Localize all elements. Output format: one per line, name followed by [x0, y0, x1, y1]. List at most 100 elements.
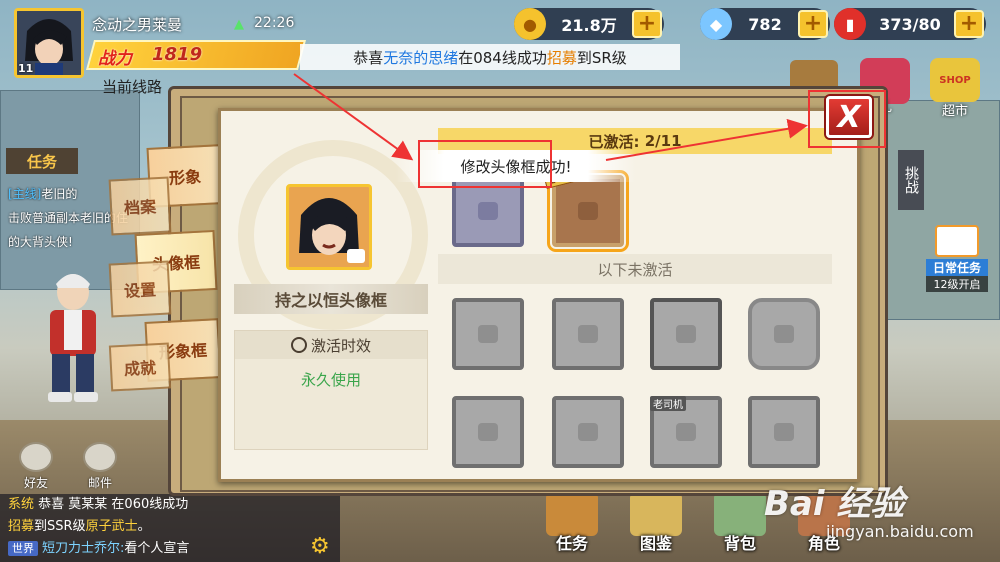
annotation-box-close — [808, 90, 886, 148]
fist-icon — [578, 423, 598, 441]
broadcast-suffix: 到SR级 — [576, 48, 627, 67]
chat-end: 。 — [137, 519, 151, 534]
current-line-label: 当前线路 — [102, 78, 163, 96]
chat-box[interactable]: 系统 恭喜 莫某某 在060线成功 招募到SSR级原子武士。 世界 短刀力士乔尔:… — [0, 494, 340, 562]
add-stamina-button[interactable]: + — [954, 10, 984, 38]
activated-label: 已激活: — [588, 132, 640, 151]
frame-slot-locked[interactable] — [552, 396, 624, 468]
nav-codex[interactable]: 图鉴 — [624, 492, 688, 554]
chat-line: 系统 恭喜 莫某某 在060线成功 — [8, 494, 332, 516]
frame-slot-locked[interactable] — [452, 298, 524, 370]
diamond-value: 782 — [748, 14, 782, 34]
top-bar: 11 念动之男莱曼 ▲ 22:26 战力 1819 恭喜 无奈的思绪 在084线… — [0, 0, 1000, 96]
chat-world-tag: 世界 — [8, 541, 38, 556]
clock: 22:26 — [254, 15, 295, 31]
gear-icon[interactable]: ⚙ — [310, 534, 330, 559]
mail-button[interactable]: 邮件 — [80, 442, 120, 491]
add-diamond-button[interactable]: + — [798, 10, 828, 38]
broadcast-banner: 恭喜 无奈的思绪 在084线成功 招募 到SR级 — [300, 44, 680, 70]
fist-icon — [478, 423, 498, 441]
duration-title-text: 激活时效 — [310, 336, 371, 355]
friends-button[interactable]: 好友 — [16, 442, 56, 491]
coin-value: 21.8万 — [561, 16, 617, 35]
shop-label: 超市 — [942, 104, 969, 119]
task-title[interactable]: 任务 — [6, 148, 78, 174]
task-line-1: 老旧的 — [41, 187, 78, 201]
frame-preview — [286, 184, 372, 270]
chat-user: 短刀力士乔尔: — [42, 541, 125, 556]
task-tag: [主线] — [8, 187, 42, 201]
chat-message: 看个人宣言 — [124, 541, 190, 556]
add-coin-button[interactable]: + — [632, 10, 662, 38]
fist-icon — [676, 423, 696, 441]
preview-portrait-icon — [289, 187, 369, 267]
broadcast-middle: 在084线成功 — [458, 48, 547, 67]
nav-task-label: 任务 — [555, 534, 588, 553]
power-value: 1819 — [152, 44, 203, 65]
selected-frame-name: 持之以恒头像框 — [234, 284, 428, 314]
shop-icon-text: SHOP — [939, 74, 971, 86]
fist-icon — [774, 325, 794, 343]
clipboard-icon — [935, 225, 979, 257]
fist-icon — [478, 325, 498, 343]
power-label: 战力 — [98, 49, 132, 69]
frame-slot-locked[interactable] — [452, 396, 524, 468]
broadcast-action: 招募 — [546, 48, 577, 67]
mail-label: 邮件 — [87, 476, 112, 490]
diamond-counter: ◆ 782 + — [700, 8, 830, 40]
daily-task-label: 日常任务 — [926, 259, 988, 276]
fist-icon — [774, 423, 794, 441]
baidu-watermark: Bai 经验 jingyan.baidu.com — [764, 470, 994, 556]
coin-counter: ● 21.8万 + — [514, 8, 664, 40]
player-name: 念动之男莱曼 — [92, 16, 183, 34]
chat-system-tag: 系统 — [8, 497, 35, 512]
tab-archive[interactable]: 档案 — [108, 176, 172, 236]
annotation-box-toast — [418, 140, 552, 188]
frame-slot-locked[interactable] — [552, 298, 624, 370]
frame-slot-locked[interactable] — [748, 396, 820, 468]
stamina-counter: ▮ 373/80 + — [834, 8, 986, 40]
duration-title: 激活时效 — [235, 331, 427, 359]
clock-icon — [290, 337, 307, 353]
friends-label: 好友 — [23, 476, 48, 490]
chat-line-1: 恭喜 莫某某 在060线成功 — [38, 497, 189, 512]
frame-slot-in-use[interactable] — [547, 170, 629, 252]
coin-icon: ● — [514, 8, 546, 40]
stamina-value: 373/80 — [879, 14, 941, 34]
chat-line: 招募到SSR级原子武士。 — [8, 516, 332, 538]
friends-icon — [19, 442, 53, 472]
wifi-icon: ▲ — [234, 17, 244, 32]
chat-line: 世界 短刀力士乔尔:看个人宣言 — [8, 538, 332, 560]
inactive-header: 以下未激活 — [438, 254, 832, 284]
activated-count: 2/11 — [644, 132, 682, 150]
tab-settings[interactable]: 设置 — [108, 260, 172, 318]
frame-slot-tag: 老司机 — [650, 396, 686, 411]
nav-codex-label: 图鉴 — [639, 534, 672, 553]
daily-task-unlock: 12级开启 — [926, 276, 988, 292]
shop-icon[interactable]: SHOP — [930, 58, 980, 102]
stamina-icon: ▮ — [834, 8, 866, 40]
duration-box: 激活时效 永久使用 — [234, 330, 428, 450]
nav-bag-label: 背包 — [723, 534, 756, 553]
fist-icon — [478, 202, 498, 220]
diamond-icon: ◆ — [700, 8, 732, 40]
challenge-button[interactable]: 挑战 — [898, 150, 924, 210]
frame-slot-locked[interactable] — [748, 298, 820, 370]
duration-value: 永久使用 — [300, 371, 361, 389]
tab-achievement[interactable]: 成就 — [108, 342, 172, 392]
player-level: 11 — [18, 62, 34, 75]
nav-task[interactable]: 任务 — [540, 492, 604, 554]
watermark-logo: Bai 经验 — [764, 484, 905, 524]
broadcast-player: 无奈的思绪 — [383, 48, 459, 67]
chat-action: 招募 — [8, 519, 35, 534]
broadcast-prefix: 恭喜 — [353, 48, 384, 67]
fist-icon — [578, 325, 598, 343]
daily-task-button[interactable]: 日常任务 12级开启 — [926, 225, 988, 292]
nav-bag[interactable]: 背包 — [708, 492, 772, 554]
frame-slot-locked[interactable] — [650, 298, 722, 370]
mail-icon — [83, 442, 117, 472]
chat-hero: 原子武士 — [85, 519, 138, 534]
player-character — [48, 274, 98, 402]
chat-middle: 到SSR级 — [34, 519, 86, 534]
fist-icon — [578, 202, 598, 220]
